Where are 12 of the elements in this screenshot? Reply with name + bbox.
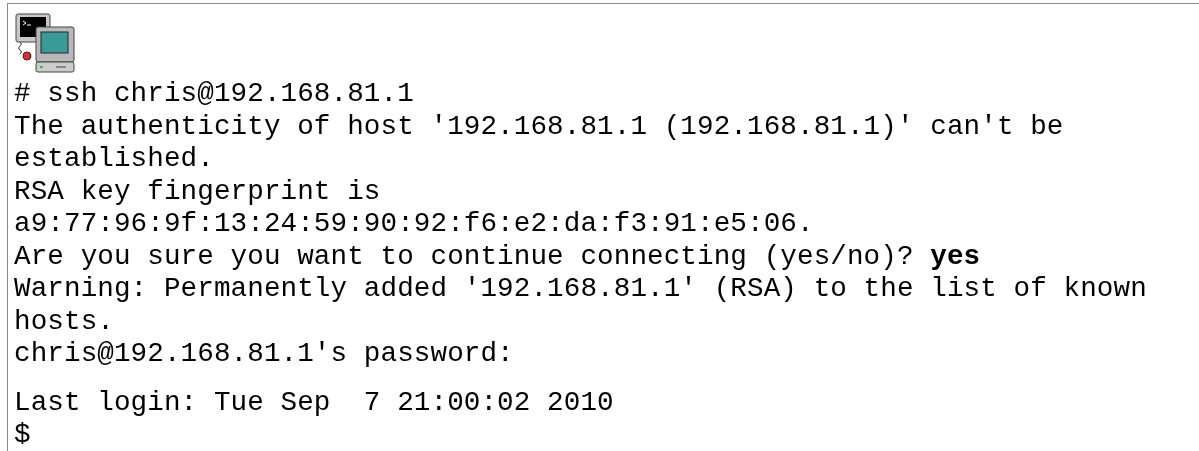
terminal-line: a9:77:96:9f:13:24:59:90:92:f6:e2:da:f3:91:e5:06. [14,208,815,241]
terminal-line: RSA key fingerprint is [14,175,382,208]
terminal-line: Last login: Tue Sep 7 21:00:02 2010 [14,386,615,419]
terminal-line: # ssh chris@192.168.81.1 [14,78,415,111]
computer-terminal-icon [14,12,76,74]
terminal-line: chris@192.168.81.1's password: [14,338,515,371]
terminal-line: Warning: Permanently added '192.168.81.1' (RSA) to the list of known [14,273,1148,306]
terminal-line: hosts. [14,305,115,338]
terminal-line: $ [14,419,32,451]
terminal-line: Are you sure you want to continue connecting (yes/no)? yes [14,240,982,273]
terminal-line: The authenticity of host '192.168.81.1 (192.168.81.1)' can't be [14,110,1065,143]
terminal-line: established. [14,143,215,176]
